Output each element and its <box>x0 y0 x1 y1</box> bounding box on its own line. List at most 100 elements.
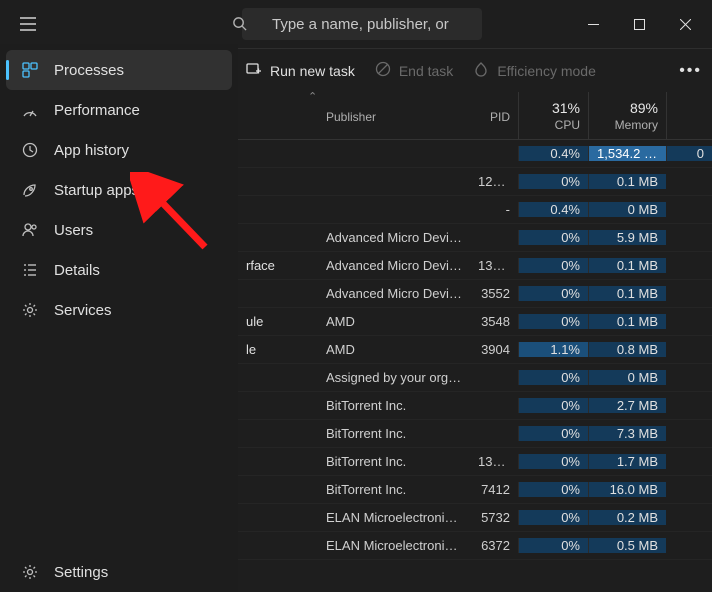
cell-pid: 3904 <box>470 342 518 357</box>
sidebar-item-processes[interactable]: Processes <box>6 50 232 90</box>
cell-memory: 5.9 MB <box>588 230 666 245</box>
sidebar-item-users[interactable]: Users <box>6 210 232 250</box>
column-name[interactable]: ⌃ <box>238 92 318 139</box>
cell-publisher: BitTorrent Inc. <box>318 454 470 469</box>
cell-pid: 5732 <box>470 510 518 525</box>
details-icon <box>20 260 40 280</box>
sort-caret-icon: ⌃ <box>308 92 317 103</box>
table-row[interactable]: 125040%0.1 MB <box>238 168 712 196</box>
cell-pid: 3548 <box>470 314 518 329</box>
cell-cpu: 0% <box>518 370 588 385</box>
search-input[interactable] <box>242 8 482 40</box>
cell-pid: 13608 <box>470 454 518 469</box>
column-pid[interactable]: PID <box>470 92 518 139</box>
run-task-label: Run new task <box>270 63 355 79</box>
cell-pid: - <box>470 202 518 217</box>
settings-icon <box>20 562 40 582</box>
cell-publisher: AMD <box>318 314 470 329</box>
sidebar-item-label: App history <box>54 142 129 159</box>
cell-cpu: 0% <box>518 454 588 469</box>
cell-pid: 13692 <box>470 258 518 273</box>
table-row[interactable]: BitTorrent Inc. 0%2.7 MB <box>238 392 712 420</box>
cell-memory: 0.1 MB <box>588 286 666 301</box>
table-row[interactable]: ELAN Microelectronics ...57320%0.2 MB <box>238 504 712 532</box>
cell-cpu: 0% <box>518 510 588 525</box>
table-row[interactable]: leAMD39041.1%0.8 MB <box>238 336 712 364</box>
cell-cpu: 0% <box>518 174 588 189</box>
cell-memory: 1,534.2 MB <box>588 146 666 161</box>
table-row[interactable]: Advanced Micro Device...0%5.9 MB <box>238 224 712 252</box>
sidebar-item-label: Startup apps <box>54 182 139 199</box>
cell-name: ule <box>238 314 318 329</box>
cell-pid: 7412 <box>470 482 518 497</box>
run-new-task-button[interactable]: Run new task <box>246 61 355 80</box>
minimize-button[interactable] <box>570 8 616 40</box>
sidebar-item-startup-apps[interactable]: Startup apps <box>6 170 232 210</box>
cell-pid: 6372 <box>470 538 518 553</box>
sidebar-item-label: Users <box>54 222 93 239</box>
search-icon <box>232 16 247 36</box>
cell-memory: 0 MB <box>588 202 666 217</box>
table-row[interactable]: uleAMD35480%0.1 MB <box>238 308 712 336</box>
cell-extra: 0 <box>666 146 712 161</box>
table-row[interactable]: BitTorrent Inc.0%7.3 MB <box>238 420 712 448</box>
cell-cpu: 0.4% <box>518 202 588 217</box>
end-task-label: End task <box>399 63 453 79</box>
table-row[interactable]: Assigned by your organi...0%0 MB <box>238 364 712 392</box>
cell-memory: 0.1 MB <box>588 314 666 329</box>
column-cpu[interactable]: 31%CPU <box>518 92 588 139</box>
cell-pid: 3552 <box>470 286 518 301</box>
cell-publisher: Assigned by your organi... <box>318 370 470 385</box>
cell-memory: 0.2 MB <box>588 510 666 525</box>
sidebar-item-label: Details <box>54 262 100 279</box>
cell-name: le <box>238 342 318 357</box>
cell-publisher: Advanced Micro Device... <box>318 230 470 245</box>
table-row[interactable]: BitTorrent Inc.74120%16.0 MB <box>238 476 712 504</box>
sidebar-item-performance[interactable]: Performance <box>6 90 232 130</box>
table-row[interactable]: rfaceAdvanced Micro Device...136920%0.1 … <box>238 252 712 280</box>
table-row[interactable]: Advanced Micro Device...35520%0.1 MB <box>238 280 712 308</box>
table-row[interactable]: BitTorrent Inc.136080%1.7 MB <box>238 448 712 476</box>
maximize-button[interactable] <box>616 8 662 40</box>
column-headers: ⌃ Publisher PID 31%CPU 89%Memory <box>238 92 712 140</box>
cell-publisher: Advanced Micro Device... <box>318 286 470 301</box>
sidebar-item-settings[interactable]: Settings <box>6 552 232 592</box>
cell-publisher: Advanced Micro Device... <box>318 258 470 273</box>
cell-memory: 0.5 MB <box>588 538 666 553</box>
cell-pid: 12504 <box>470 174 518 189</box>
cell-publisher: BitTorrent Inc. <box>318 482 470 497</box>
cell-memory: 0.1 MB <box>588 258 666 273</box>
cell-name: rface <box>238 258 318 273</box>
users-icon <box>20 220 40 240</box>
cell-memory: 1.7 MB <box>588 454 666 469</box>
sidebar-item-app-history[interactable]: App history <box>6 130 232 170</box>
hamburger-menu-icon[interactable] <box>10 6 46 42</box>
column-memory[interactable]: 89%Memory <box>588 92 666 139</box>
sidebar-item-details[interactable]: Details <box>6 250 232 290</box>
table-row[interactable]: -0.4%0 MB <box>238 196 712 224</box>
column-publisher[interactable]: Publisher <box>318 92 470 139</box>
cell-publisher: ELAN Microelectronics ... <box>318 510 470 525</box>
cell-publisher: BitTorrent Inc. <box>318 426 470 441</box>
cell-publisher: AMD <box>318 342 470 357</box>
more-options-button[interactable]: ••• <box>679 62 702 80</box>
sidebar-item-services[interactable]: Services <box>6 290 232 330</box>
performance-icon <box>20 100 40 120</box>
cell-cpu: 0% <box>518 426 588 441</box>
column-extra[interactable] <box>666 92 712 139</box>
sidebar: Processes Performance App history Startu… <box>0 44 238 592</box>
table-row[interactable]: 0.4%1,534.2 MB0 <box>238 140 712 168</box>
cell-cpu: 0% <box>518 538 588 553</box>
cell-cpu: 0% <box>518 398 588 413</box>
cell-memory: 2.7 MB <box>588 398 666 413</box>
cell-cpu: 0% <box>518 482 588 497</box>
history-icon <box>20 140 40 160</box>
efficiency-icon <box>473 61 489 80</box>
sidebar-item-label: Performance <box>54 102 140 119</box>
cell-publisher: BitTorrent Inc. <box>318 398 470 413</box>
end-task-icon <box>375 61 391 80</box>
table-row[interactable]: ELAN Microelectronics ...63720%0.5 MB <box>238 532 712 560</box>
close-button[interactable] <box>662 8 708 40</box>
cell-cpu: 0.4% <box>518 146 588 161</box>
end-task-button: End task <box>375 61 453 80</box>
